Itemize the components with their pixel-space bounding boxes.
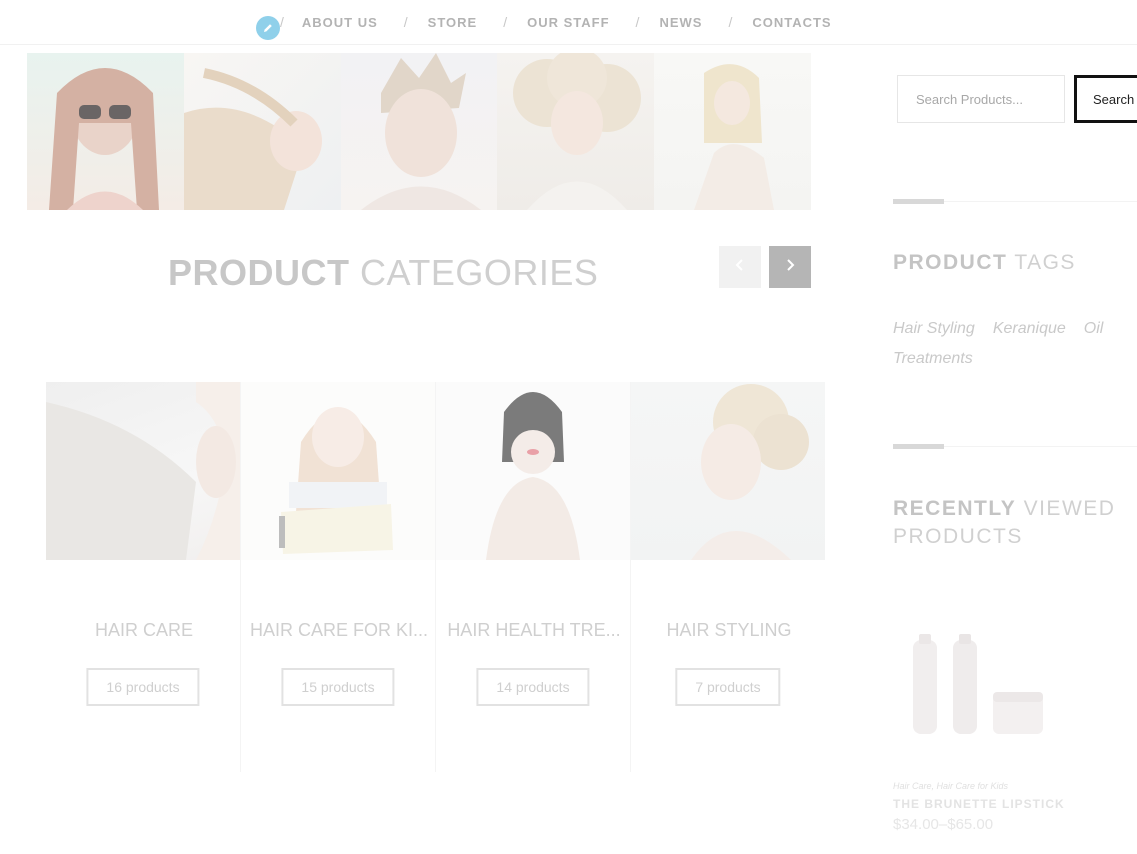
recent-product-name[interactable]: THE BRUNETTE LIPSTICK (893, 797, 1065, 811)
tag-cloud: Hair Styling Keranique Oil Treatments (893, 314, 1123, 374)
category-image[interactable] (631, 382, 825, 560)
nav-item-about-us[interactable]: ABOUT US (302, 15, 378, 30)
gallery-photo-woman-blonde-curls[interactable] (497, 53, 655, 210)
category-card-hair-health-treatments[interactable]: HAIR HEALTH TRE... 14 products (436, 382, 631, 772)
tag-link[interactable]: Treatments (893, 344, 973, 374)
category-name[interactable]: HAIR CARE (46, 620, 242, 641)
search-products-input[interactable] (897, 75, 1065, 123)
category-count-button[interactable]: 7 products (675, 668, 781, 706)
heading-light: TAGS (1014, 251, 1076, 274)
category-name[interactable]: HAIR CARE FOR KI... (241, 620, 437, 641)
nav-menu: / ABOUT US / STORE / OUR STAFF / NEWS / … (280, 14, 832, 30)
nav-separator: / (635, 14, 640, 30)
category-carousel: HAIR CARE 16 products HAIR CARE FOR KI..… (46, 382, 825, 772)
recent-product-image[interactable] (893, 600, 1053, 760)
carousel-prev-button[interactable] (719, 246, 761, 288)
widget-divider (893, 199, 1137, 204)
nav-item-news[interactable]: NEWS (659, 15, 702, 30)
tag-link[interactable]: Hair Styling (893, 314, 975, 344)
search-button[interactable]: Search (1074, 75, 1137, 123)
heading-strong: PRODUCT (168, 252, 350, 293)
recent-product-categories[interactable]: Hair Care, Hair Care for Kids (893, 781, 1008, 791)
category-card-hair-care-for-kids[interactable]: HAIR CARE FOR KI... 15 products (241, 382, 436, 772)
carousel-next-button[interactable] (769, 246, 811, 288)
pencil-icon[interactable] (256, 16, 280, 40)
heading-strong: PRODUCT (893, 251, 1008, 274)
category-count-button[interactable]: 16 products (86, 668, 200, 706)
category-name[interactable]: HAIR STYLING (631, 620, 827, 641)
gallery-photo-woman-sitting[interactable] (654, 53, 811, 210)
photo-gallery (27, 53, 811, 210)
category-card-hair-care[interactable]: HAIR CARE 16 products (46, 382, 241, 772)
widget-divider (893, 444, 1137, 449)
heading-strong: RECENTLY (893, 497, 1017, 520)
nav-separator: / (503, 14, 508, 30)
gallery-photo-man-styled-hair[interactable] (340, 53, 498, 210)
tag-link[interactable]: Oil (1084, 314, 1104, 344)
nav-item-store[interactable]: STORE (428, 15, 478, 30)
gallery-photo-woman-long-hair[interactable] (183, 53, 341, 210)
recently-viewed-heading: RECENTLY VIEWED PRODUCTS (893, 495, 1123, 551)
tag-link[interactable]: Keranique (993, 314, 1066, 344)
category-image[interactable] (436, 382, 630, 560)
category-count-button[interactable]: 15 products (281, 668, 395, 706)
category-image[interactable] (46, 382, 240, 560)
nav-separator: / (403, 14, 408, 30)
chevron-right-icon (785, 258, 795, 276)
category-count-button[interactable]: 14 products (476, 668, 590, 706)
nav-separator: / (280, 14, 284, 30)
nav-separator: / (728, 14, 733, 30)
nav-item-our-staff[interactable]: OUR STAFF (527, 15, 609, 30)
top-navigation: / ABOUT US / STORE / OUR STAFF / NEWS / … (0, 0, 1137, 45)
nav-item-contacts[interactable]: CONTACTS (752, 15, 831, 30)
recent-product-price: $34.00–$65.00 (893, 816, 994, 833)
category-card-hair-styling[interactable]: HAIR STYLING 7 products (631, 382, 825, 772)
gallery-photo-woman-sunglasses[interactable] (27, 53, 184, 210)
product-tags-heading: PRODUCT TAGS (893, 249, 1076, 277)
heading-light: CATEGORIES (360, 252, 599, 293)
chevron-left-icon (735, 258, 745, 276)
category-image[interactable] (241, 382, 435, 560)
category-name[interactable]: HAIR HEALTH TRE... (436, 620, 632, 641)
product-categories-heading: PRODUCT CATEGORIES (168, 252, 598, 294)
